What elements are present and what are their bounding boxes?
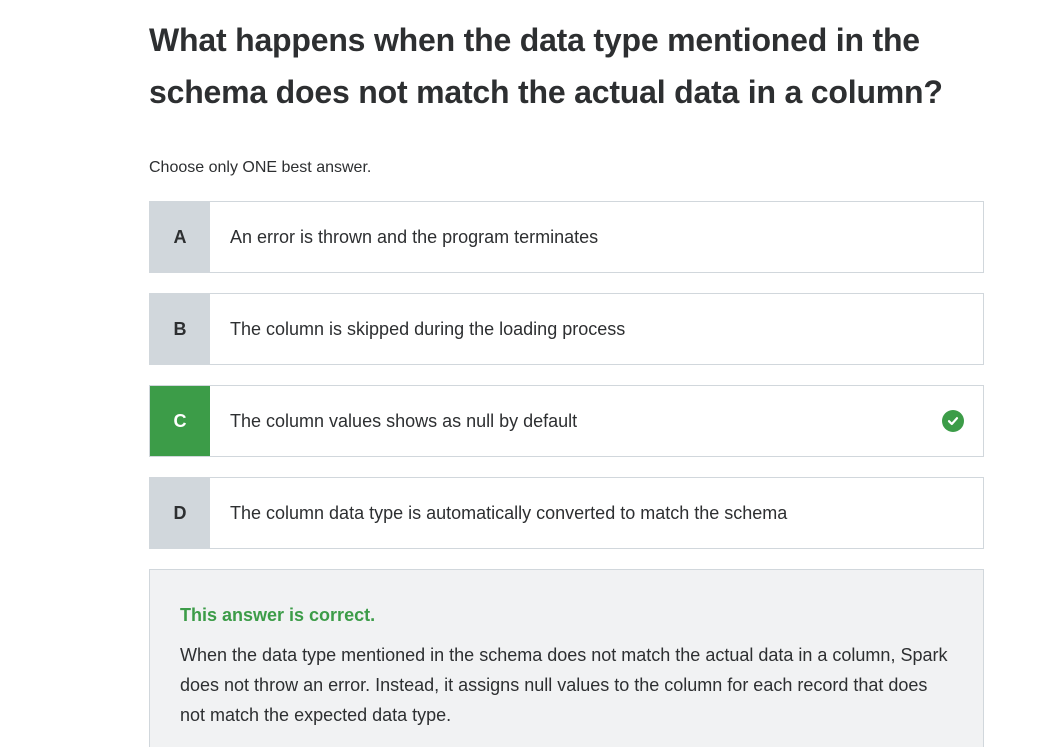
option-text: The column data type is automatically co… <box>230 502 788 523</box>
option-b[interactable]: B The column is skipped during the loadi… <box>149 293 984 365</box>
option-text: An error is thrown and the program termi… <box>230 226 599 247</box>
option-a[interactable]: A An error is thrown and the program ter… <box>149 201 984 273</box>
option-d[interactable]: D The column data type is automatically … <box>149 477 984 549</box>
option-c[interactable]: C The column values shows as null by def… <box>149 385 984 457</box>
answer-options: A An error is thrown and the program ter… <box>149 201 984 549</box>
check-circle-icon <box>942 410 964 432</box>
option-letter: B <box>150 294 210 364</box>
option-text: The column values shows as null by defau… <box>230 410 578 431</box>
question-instruction: Choose only ONE best answer. <box>149 159 372 176</box>
question-title: What happens when the data type mentione… <box>149 22 943 110</box>
option-letter: C <box>150 386 210 456</box>
option-text: The column is skipped during the loading… <box>230 318 626 339</box>
feedback-panel: This answer is correct. When the data ty… <box>149 569 984 747</box>
question-container: What happens when the data type mentione… <box>149 0 984 747</box>
option-letter: A <box>150 202 210 272</box>
option-letter: D <box>150 478 210 548</box>
feedback-title: This answer is correct. <box>180 605 376 625</box>
correct-indicator <box>923 386 983 456</box>
feedback-explanation: When the data type mentioned in the sche… <box>180 645 948 725</box>
